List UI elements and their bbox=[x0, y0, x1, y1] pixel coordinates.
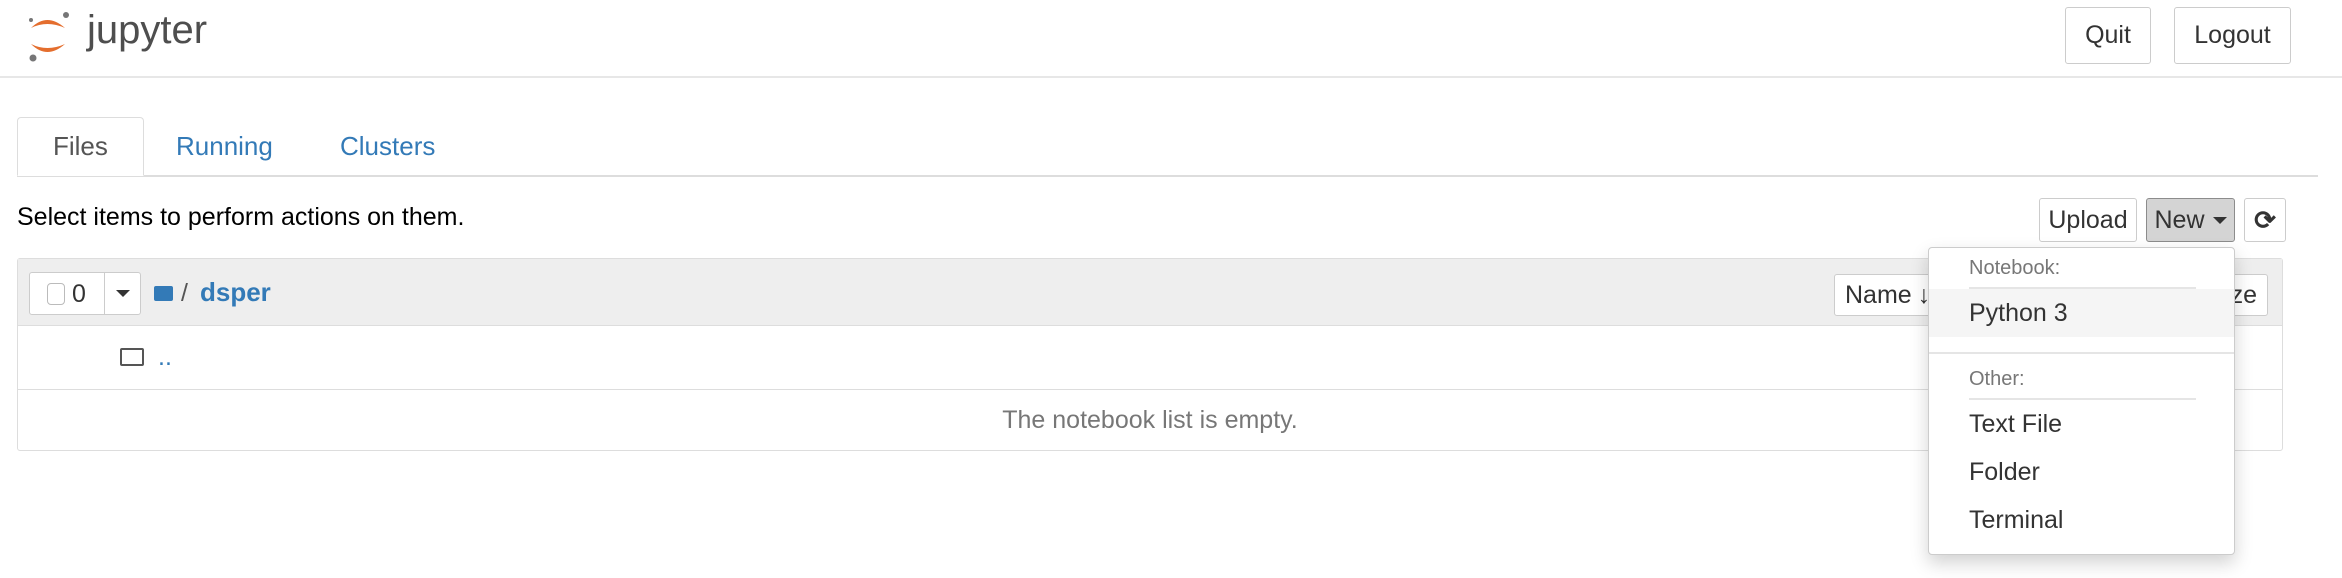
refresh-button[interactable]: ⟳ bbox=[2244, 198, 2286, 242]
select-dropdown-button[interactable] bbox=[104, 273, 141, 314]
folder-outline-icon bbox=[120, 348, 144, 366]
new-label: New bbox=[2154, 205, 2205, 234]
new-button[interactable]: New bbox=[2146, 198, 2235, 242]
new-dropdown-menu: Notebook: Python 3 Other: Text File Fold… bbox=[1928, 247, 2235, 555]
caret-down-icon bbox=[116, 290, 130, 297]
parent-dir-link[interactable]: .. bbox=[158, 343, 172, 372]
menu-item-text-file[interactable]: Text File bbox=[1929, 400, 2234, 448]
tab-files[interactable]: Files bbox=[17, 117, 144, 176]
tab-clusters[interactable]: Clusters bbox=[305, 117, 470, 176]
selection-hint: Select items to perform actions on them. bbox=[17, 203, 465, 231]
other-header: Other: bbox=[1969, 368, 2025, 390]
caret-down-icon bbox=[2212, 216, 2227, 224]
refresh-icon: ⟳ bbox=[2254, 204, 2276, 235]
quit-button[interactable]: Quit bbox=[2065, 7, 2151, 64]
sort-name-label: Name bbox=[1845, 280, 1912, 309]
menu-item-python3[interactable]: Python 3 bbox=[1929, 289, 2234, 337]
empty-message: The notebook list is empty. bbox=[1002, 405, 1298, 434]
header-divider bbox=[0, 76, 2342, 78]
menu-separator bbox=[1929, 352, 2234, 354]
folder-icon[interactable] bbox=[154, 286, 173, 301]
breadcrumb-separator: / bbox=[181, 279, 188, 307]
upload-button[interactable]: Upload bbox=[2039, 198, 2137, 242]
logo-text: jupyter bbox=[87, 8, 208, 52]
tab-running[interactable]: Running bbox=[141, 117, 308, 176]
tab-divider bbox=[17, 175, 2318, 177]
jupyter-logo[interactable]: jupyter bbox=[25, 6, 207, 66]
notebook-header: Notebook: bbox=[1969, 257, 2061, 279]
select-all-group: 0 bbox=[29, 272, 141, 315]
breadcrumb-dsper[interactable]: dsper bbox=[200, 277, 271, 308]
menu-item-folder[interactable]: Folder bbox=[1929, 448, 2234, 496]
selected-count: 0 bbox=[72, 280, 86, 308]
jupyter-logo-icon bbox=[29, 12, 69, 62]
menu-item-terminal[interactable]: Terminal bbox=[1929, 496, 2234, 544]
select-all-checkbox[interactable] bbox=[47, 283, 65, 305]
sort-name-button[interactable]: Name ↓ bbox=[1834, 274, 1934, 316]
logout-button[interactable]: Logout bbox=[2174, 7, 2291, 64]
